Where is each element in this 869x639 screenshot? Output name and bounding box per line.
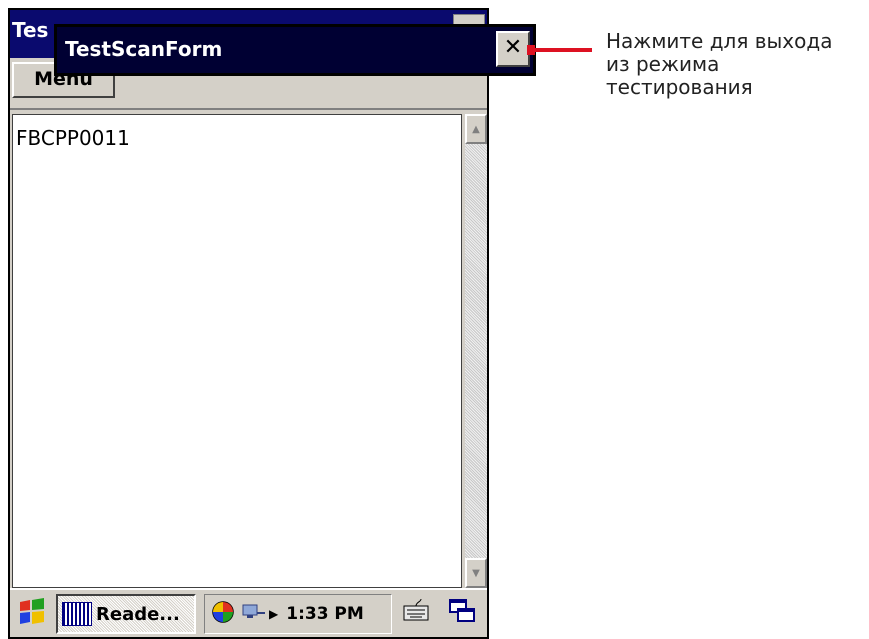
keyboard-svg <box>403 598 429 621</box>
scroll-down-button[interactable]: ▼ <box>465 558 487 588</box>
overlapping-windows-icon[interactable] <box>444 596 480 632</box>
background-window-title: Tes <box>12 18 49 42</box>
scroll-down-arrow-icon: ▼ <box>472 567 480 579</box>
close-icon: ✕ <box>503 35 523 60</box>
taskbar-app-label: Reade... <box>96 603 180 625</box>
start-menu-icon[interactable] <box>14 596 50 632</box>
scan-output-textbox[interactable]: FBCPP0011 <box>12 114 462 588</box>
windows-svg <box>449 599 475 622</box>
scroll-up-button[interactable]: ▲ <box>465 114 487 144</box>
vertical-scrollbar[interactable]: ▲ ▼ <box>465 114 487 588</box>
close-button[interactable]: ✕ <box>496 31 530 67</box>
system-tray: ▶ 1:33 PM <box>204 594 392 634</box>
color-wheel-icon[interactable] <box>211 600 235 629</box>
network-icon[interactable] <box>241 601 267 628</box>
scroll-up-arrow-icon: ▲ <box>472 123 480 135</box>
keyboard-icon[interactable] <box>398 596 434 632</box>
callout-line <box>532 48 592 52</box>
popup-title: TestScanForm <box>65 37 223 61</box>
annotation-line-1: Нажмите для выхода <box>606 29 833 53</box>
annotation-line-2: из режима <box>606 52 720 76</box>
test-scan-form-window: TestScanForm ✕ <box>54 24 536 76</box>
color-wheel-svg <box>212 600 234 623</box>
exit-annotation: Нажмите для выхода из режима тестировани… <box>606 30 869 99</box>
device-screen: Tes Menu FBCPP0011 ▲ ▼ Reade... ▶ 1:33 P… <box>8 8 489 639</box>
taskbar-app-button[interactable]: Reade... <box>56 594 196 634</box>
annotation-line-3: тестирования <box>606 75 753 99</box>
windows-flag-icon <box>20 598 44 624</box>
clock[interactable]: 1:33 PM <box>286 604 364 624</box>
taskbar: Reade... ▶ 1:33 PM <box>10 588 487 637</box>
reader-app-icon <box>62 602 92 626</box>
scan-result-text: FBCPP0011 <box>16 126 130 150</box>
tray-expand-icon[interactable]: ▶ <box>269 607 278 621</box>
network-svg <box>242 604 265 618</box>
